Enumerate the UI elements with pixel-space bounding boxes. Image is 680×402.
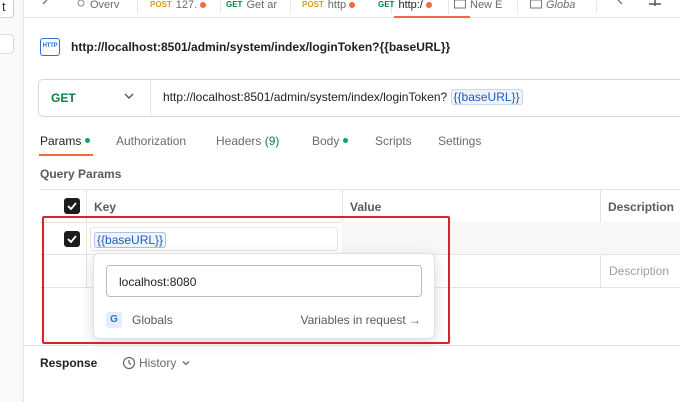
tab-settings[interactable]: Settings [438, 134, 481, 148]
sidebar-collapsed-item[interactable] [0, 34, 14, 54]
chevron-down-icon[interactable] [123, 90, 135, 102]
request-title[interactable]: http://localhost:8501/admin/system/index… [71, 40, 450, 54]
tab-label: http [327, 0, 347, 11]
environment-icon [454, 0, 466, 9]
body-active-dot [343, 138, 349, 143]
tab-divider [596, 0, 597, 14]
tab-label: http:/ [398, 0, 423, 11]
tab-divider [220, 0, 221, 14]
url-bar: GET http://localhost:8501/admin/system/i… [38, 79, 680, 117]
query-params-title: Query Params [40, 167, 122, 181]
tab-label: Get ar [246, 0, 278, 11]
description-placeholder[interactable]: Description [609, 264, 669, 278]
column-description: Description [608, 200, 675, 214]
column-value: Value [350, 200, 382, 214]
tab-scripts[interactable]: Scripts [375, 134, 412, 148]
plus-icon[interactable] [648, 0, 662, 8]
tab-divider [517, 0, 518, 14]
back-arrow-icon[interactable] [39, 0, 53, 8]
method-select[interactable]: GET [51, 91, 76, 105]
unsaved-dot [200, 2, 207, 8]
tab-method: POST [150, 0, 172, 9]
tab-post-http[interactable]: POST http [302, 0, 376, 18]
tab-params[interactable]: Params [40, 134, 91, 148]
url-input[interactable]: http://localhost:8501/admin/system/index… [163, 89, 523, 105]
request-tab-bar: Overv POST 127. GET Get ar POST http GET… [24, 0, 680, 18]
table-border-top [40, 189, 680, 190]
tab-get-api[interactable]: GET Get ar [226, 0, 282, 18]
annotation-highlight-box [42, 216, 450, 344]
http-request-icon: HTTP [40, 38, 60, 56]
select-all-checkbox[interactable] [64, 198, 80, 214]
tab-divider [290, 0, 291, 14]
description-cell-row1[interactable] [600, 222, 680, 254]
overview-icon [77, 0, 85, 7]
tab-new-environment[interactable]: New E [454, 0, 520, 18]
headers-count: (9) [264, 134, 280, 148]
tab-globals[interactable]: Globa [530, 0, 594, 18]
tab-authorization[interactable]: Authorization [116, 134, 186, 148]
sidebar-top-button[interactable]: t [0, 0, 14, 18]
left-sidebar-edge: t [0, 0, 24, 402]
postman-window: t Overv POST 127. GET Get ar POST http G… [0, 0, 680, 402]
response-divider [24, 345, 680, 346]
history-icon [122, 356, 136, 370]
tab-method: GET [226, 0, 243, 9]
checkmark-icon [67, 202, 77, 211]
chevron-down-icon [182, 361, 190, 366]
tab-label: Headers [216, 134, 262, 148]
tab-overview[interactable]: Overv [76, 0, 124, 18]
tab-label: 127. [175, 0, 198, 11]
tab-post-127[interactable]: POST 127. [150, 0, 222, 18]
url-text: http://localhost:8501/admin/system/index… [163, 90, 448, 104]
response-label: Response [40, 356, 98, 370]
tab-label: Overv [90, 0, 120, 11]
globals-icon [530, 0, 542, 9]
tab-method: GET [378, 0, 395, 9]
tab-body[interactable]: Body [312, 134, 349, 148]
tab-label: Globa [546, 0, 576, 11]
unsaved-dot [349, 2, 356, 8]
params-tab-indicator [39, 154, 93, 156]
unsaved-dot [425, 2, 432, 8]
history-dropdown[interactable]: History [122, 356, 195, 370]
history-label: History [139, 356, 177, 370]
tab-label: Params [40, 134, 82, 148]
column-key: Key [94, 200, 117, 214]
tab-label: New E [470, 0, 503, 11]
tab-divider [448, 0, 449, 14]
url-divider [150, 80, 151, 116]
tab-divider [137, 0, 138, 14]
tab-method: POST [302, 0, 324, 9]
tab-label: Body [312, 134, 340, 148]
tab-headers[interactable]: Headers (9) [216, 134, 279, 148]
params-active-dot [85, 138, 91, 143]
url-variable-token[interactable]: {{baseURL}} [450, 89, 523, 105]
chevron-right-icon[interactable] [615, 0, 625, 8]
